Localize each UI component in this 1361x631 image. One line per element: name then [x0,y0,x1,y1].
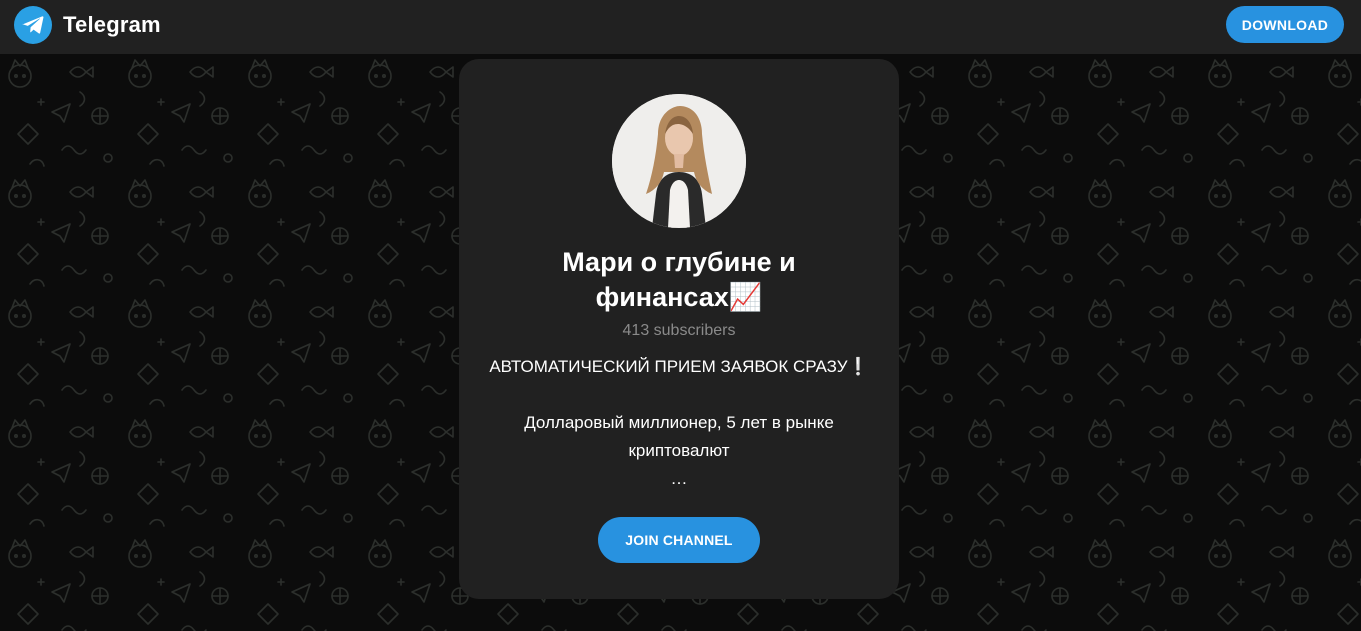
subscriber-count: 413 subscribers [622,322,736,339]
download-button[interactable]: DOWNLOAD [1226,6,1344,43]
avatar-photo [612,94,746,228]
channel-description: АВТОМАТИЧЕСКИЙ ПРИЕМ ЗАЯВОК СРАЗУ❕ Долла… [479,353,879,493]
paper-plane-icon [22,16,44,34]
top-bar: Telegram DOWNLOAD [0,0,1361,54]
telegram-logo-icon[interactable] [14,6,52,44]
channel-avatar [612,94,746,228]
description-line: Долларовый миллионер, 5 лет в рынке крип… [524,413,834,460]
description-ellipsis: … [670,469,688,488]
join-channel-button[interactable]: JOIN CHANNEL [598,517,760,563]
description-line: АВТОМАТИЧЕСКИЙ ПРИЕМ ЗАЯВОК СРАЗУ❕ [489,357,869,376]
brand-name[interactable]: Telegram [63,12,161,38]
channel-card: Мари о глубине и финансах📈 413 subscribe… [459,59,899,599]
channel-title: Мари о глубине и финансах📈 [562,247,796,312]
